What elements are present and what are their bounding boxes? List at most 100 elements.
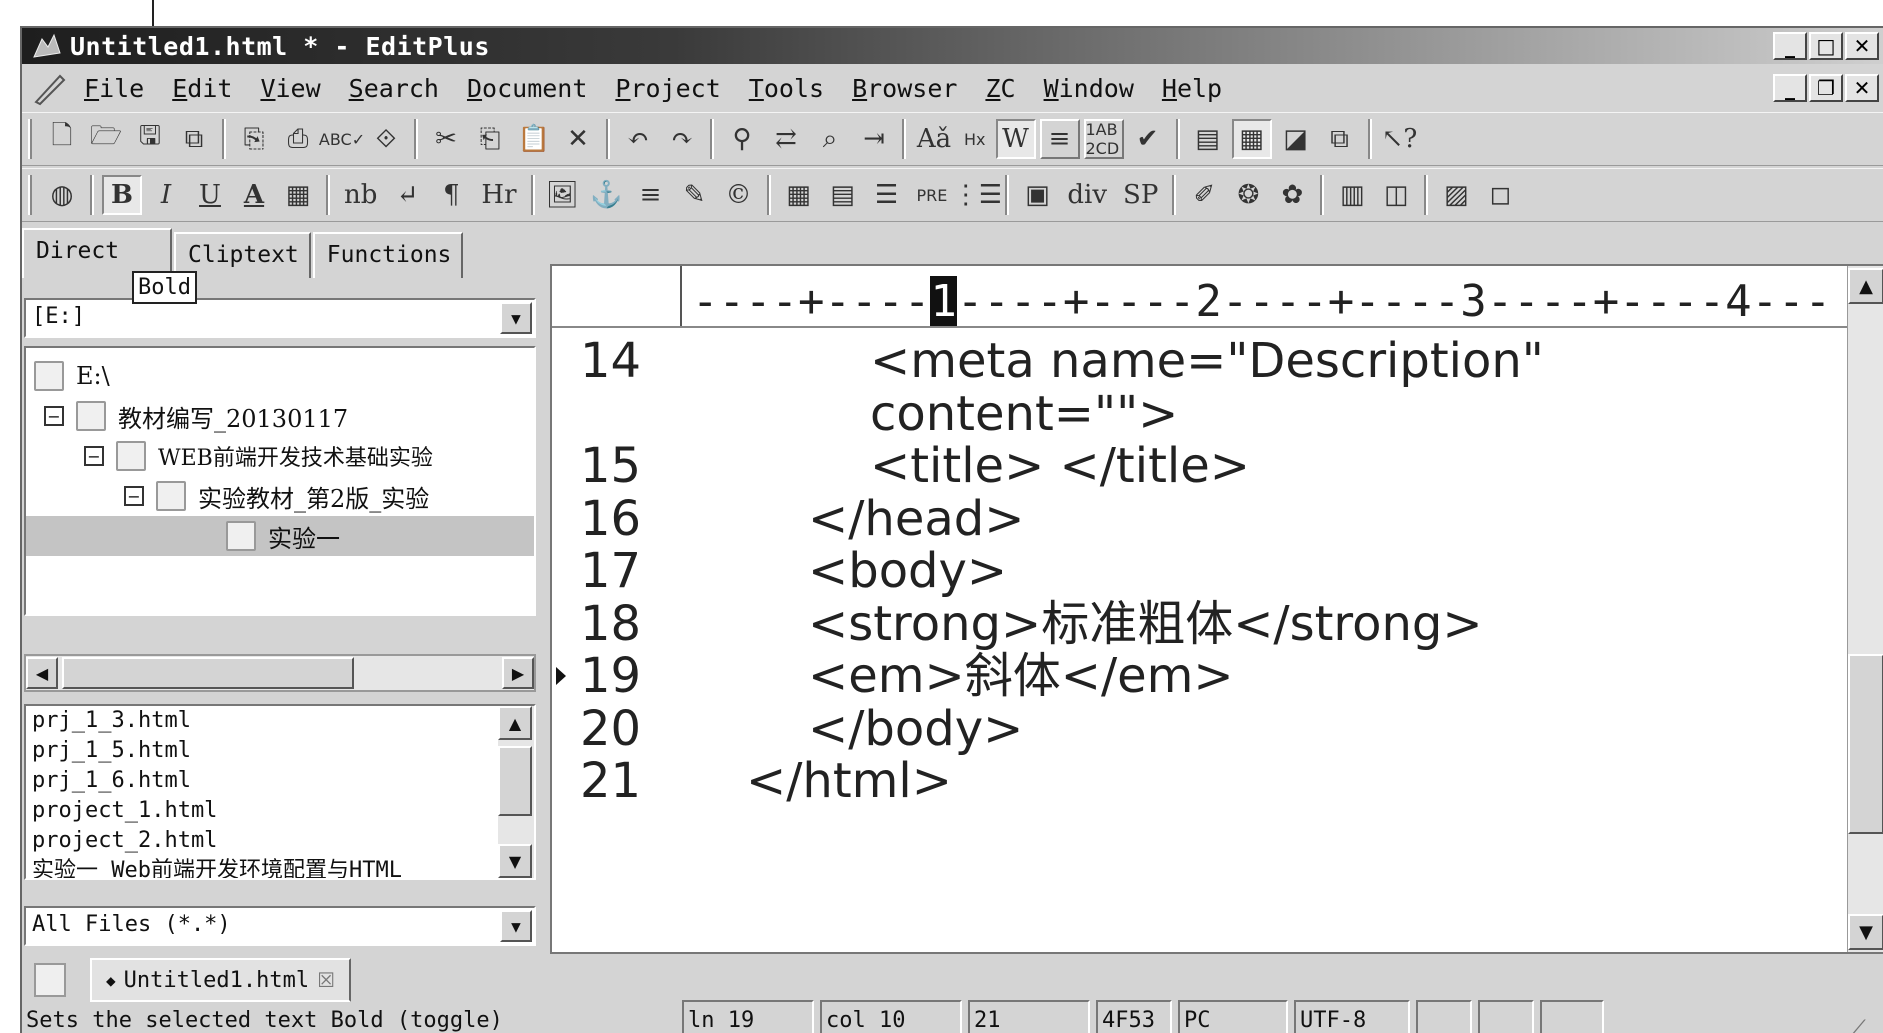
file-list-scrollbar[interactable]: ▲ ▼: [498, 706, 534, 878]
pen-edit-icon[interactable]: ✎: [675, 175, 715, 215]
paragraph-icon[interactable]: ¶: [431, 175, 471, 215]
font-size-button[interactable]: Hx: [958, 119, 992, 159]
minimize-button[interactable]: _: [1773, 32, 1807, 60]
collapse-icon[interactable]: −: [44, 406, 64, 426]
copy-icon[interactable]: ⎗: [470, 119, 510, 159]
doc-restore-button[interactable]: ❐: [1809, 74, 1843, 102]
code-editor[interactable]: ----+----1----+----2----+----3----+----4…: [550, 264, 1883, 954]
scroll-thumb[interactable]: [498, 746, 532, 816]
menu-item-help[interactable]: Help: [1148, 74, 1236, 103]
code-area[interactable]: 14 <meta name="Description" content=""> 15 <…: [552, 330, 1845, 952]
bold-button[interactable]: B: [102, 175, 142, 215]
frame-icon[interactable]: ▥: [1332, 175, 1372, 215]
print-preview-icon[interactable]: ⎘: [234, 119, 274, 159]
scroll-left-icon[interactable]: ◀: [26, 657, 58, 689]
save-icon[interactable]: 🖫: [130, 119, 170, 159]
replace-icon[interactable]: ⇄: [766, 119, 806, 159]
file-list-item[interactable]: prj_1_6.html: [26, 766, 534, 796]
form-icon[interactable]: ▤: [823, 175, 863, 215]
preview-icon[interactable]: ▨: [1436, 175, 1476, 215]
goto-line-icon[interactable]: ⇥: [854, 119, 894, 159]
italic-button[interactable]: I: [146, 175, 186, 215]
status-encoding[interactable]: UTF-8: [1294, 999, 1410, 1033]
close-tab-icon[interactable]: ☒: [317, 968, 335, 992]
tree-item[interactable]: E:\: [26, 356, 534, 396]
close-button[interactable]: ✕: [1845, 32, 1879, 60]
toolbar-grip[interactable]: [28, 175, 32, 215]
scroll-up-icon[interactable]: ▲: [1848, 268, 1883, 304]
table-grid-icon[interactable]: ▦: [278, 175, 318, 215]
heading-button[interactable]: Hr: [475, 175, 522, 215]
line-break-icon[interactable]: ↵: [387, 175, 427, 215]
menu-item-search[interactable]: Search: [335, 74, 453, 103]
file-list-item[interactable]: project_2.html: [26, 826, 534, 856]
line-number-button[interactable]: 1AB 2CD: [1083, 119, 1124, 159]
doc-close-button[interactable]: ✕: [1845, 74, 1879, 102]
nbsp-button[interactable]: nb: [338, 175, 383, 215]
word-wrap-icon[interactable]: W: [995, 119, 1036, 159]
menu-item-browser[interactable]: Browser: [838, 74, 971, 103]
chevron-down-icon[interactable]: ▼: [500, 910, 532, 942]
file-list-item[interactable]: prj_1_3.html: [26, 706, 534, 736]
cliptext-window-icon[interactable]: ◪: [1276, 119, 1316, 159]
scroll-right-icon[interactable]: ▶: [502, 657, 534, 689]
font-icon[interactable]: Aǎ: [914, 119, 954, 159]
pre-button[interactable]: PRE: [911, 175, 954, 215]
check-icon[interactable]: ✔: [1128, 119, 1168, 159]
list-icon[interactable]: ⋮☰: [953, 175, 1002, 215]
tree-item[interactable]: − WEB前端开发技术基础实验: [26, 436, 534, 476]
frameset-icon[interactable]: ◫: [1376, 175, 1416, 215]
anchor-icon[interactable]: ⚓: [587, 175, 627, 215]
redo-icon[interactable]: ↷: [662, 119, 702, 159]
undo-icon[interactable]: ↶: [618, 119, 658, 159]
tree-item-selected[interactable]: 实验一: [26, 516, 534, 556]
scroll-down-icon[interactable]: ▼: [498, 844, 532, 878]
drive-select[interactable]: [E:] ▼: [24, 298, 536, 338]
scroll-thumb[interactable]: [62, 657, 354, 689]
print-icon[interactable]: ⎙: [278, 119, 318, 159]
tree-horizontal-scrollbar[interactable]: ◀ ▶: [24, 654, 536, 692]
color-palette-icon[interactable]: ✿: [1272, 175, 1312, 215]
spell-check-icon[interactable]: ABC✓: [319, 119, 365, 159]
directory-window-icon[interactable]: ▦: [1231, 119, 1272, 159]
status-line-format[interactable]: PC: [1178, 999, 1288, 1033]
find-icon[interactable]: ⚲: [722, 119, 762, 159]
div-button[interactable]: div: [1061, 175, 1113, 215]
editor-vertical-scrollbar[interactable]: ▲ ▼: [1847, 266, 1883, 952]
code-line[interactable]: 21 </html>: [552, 750, 1845, 812]
fullscreen-icon[interactable]: ⧉: [1320, 119, 1360, 159]
indent-guide-icon[interactable]: ≡: [1039, 119, 1080, 159]
menu-item-file[interactable]: File: [70, 74, 158, 103]
collapse-icon[interactable]: −: [124, 486, 144, 506]
scroll-up-icon[interactable]: ▲: [498, 706, 532, 740]
window-icon[interactable]: ◻: [1480, 175, 1520, 215]
open-folder-icon[interactable]: 🗁: [86, 119, 126, 159]
image-icon[interactable]: 🖼: [543, 175, 583, 215]
span-button[interactable]: SP: [1117, 175, 1164, 215]
collapse-icon[interactable]: −: [84, 446, 104, 466]
paste-icon[interactable]: 📋: [514, 119, 554, 159]
table-icon[interactable]: ▦: [779, 175, 819, 215]
help-pointer-icon[interactable]: ↖?: [1380, 119, 1420, 159]
menu-item-window[interactable]: Window: [1030, 74, 1148, 103]
tree-item[interactable]: − 教材编写_20130117: [26, 396, 534, 436]
horizontal-rule-icon[interactable]: ≡: [631, 175, 671, 215]
style-icon[interactable]: ❂: [1228, 175, 1268, 215]
tab-functions[interactable]: Functions: [312, 232, 464, 278]
new-file-icon[interactable]: 🗋: [42, 119, 82, 159]
toolbar-grip[interactable]: [28, 119, 32, 159]
menu-item-edit[interactable]: Edit: [158, 74, 246, 103]
menu-item-document[interactable]: Document: [453, 74, 601, 103]
save-all-icon[interactable]: ⧉: [174, 119, 214, 159]
menu-item-view[interactable]: View: [246, 74, 334, 103]
resize-grip-icon[interactable]: ⟋: [1849, 1015, 1879, 1033]
menu-item-zc[interactable]: ZC: [971, 74, 1029, 103]
globe-icon[interactable]: ◍: [42, 175, 82, 215]
file-list-item[interactable]: 实验一 Web前端开发环境配置与HTML: [26, 856, 534, 878]
cut-icon[interactable]: ✂: [426, 119, 466, 159]
copyright-icon[interactable]: ©: [719, 175, 759, 215]
output-window-icon[interactable]: ▤: [1188, 119, 1228, 159]
menu-item-tools[interactable]: Tools: [735, 74, 838, 103]
browser-preview-icon[interactable]: ⟐: [366, 119, 406, 159]
delete-icon[interactable]: ✕: [558, 119, 598, 159]
